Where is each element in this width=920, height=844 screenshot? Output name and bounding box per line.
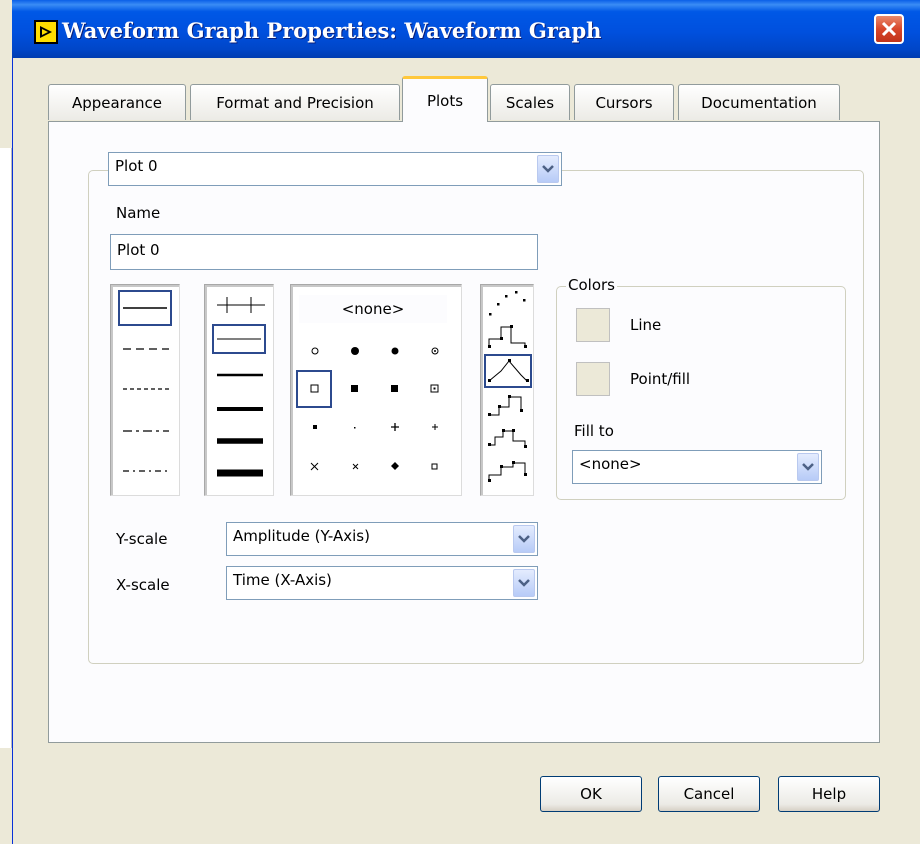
- x-scale-value: Time (X-Axis): [233, 571, 332, 589]
- fill-to-label: Fill to: [574, 422, 614, 440]
- x-scale-dropdown[interactable]: Time (X-Axis): [226, 566, 538, 600]
- point-fill-color-label: Point/fill: [630, 370, 691, 388]
- tab-format-and-precision[interactable]: Format and Precision: [190, 84, 400, 120]
- y-scale-label: Y-scale: [116, 530, 168, 548]
- y-scale-value: Amplitude (Y-Axis): [233, 527, 370, 545]
- cancel-button[interactable]: Cancel: [658, 776, 760, 812]
- name-input[interactable]: Plot 0: [110, 234, 538, 270]
- point-style-options: [296, 347, 439, 471]
- ok-button[interactable]: OK: [540, 776, 642, 812]
- line-color-label: Line: [630, 316, 662, 334]
- point-fill-color-swatch[interactable]: [576, 362, 610, 396]
- close-button[interactable]: [874, 14, 904, 44]
- background-window-edge: [0, 148, 12, 748]
- fill-to-dropdown[interactable]: <none>: [572, 450, 822, 484]
- help-button[interactable]: Help: [778, 776, 880, 812]
- y-scale-dropdown[interactable]: Amplitude (Y-Axis): [226, 522, 538, 556]
- plot-selector-value: Plot 0: [115, 157, 158, 175]
- chevron-down-icon[interactable]: [797, 453, 819, 481]
- line-style-list[interactable]: [110, 284, 180, 496]
- line-style-options: [118, 290, 172, 472]
- tab-plots[interactable]: Plots: [402, 76, 488, 122]
- fill-to-value: <none>: [579, 455, 642, 473]
- name-label: Name: [116, 204, 161, 222]
- chevron-down-icon[interactable]: [513, 525, 535, 553]
- tab-cursors[interactable]: Cursors: [574, 84, 674, 120]
- name-input-value: Plot 0: [117, 241, 160, 259]
- line-width-options: [212, 297, 266, 477]
- line-color-swatch[interactable]: [576, 308, 610, 342]
- tab-documentation[interactable]: Documentation: [678, 84, 840, 120]
- window-title: Waveform Graph Properties: Waveform Grap…: [62, 18, 602, 43]
- tab-scales[interactable]: Scales: [490, 84, 570, 120]
- x-scale-label: X-scale: [116, 576, 170, 594]
- colors-group-label: Colors: [566, 276, 617, 294]
- chevron-down-icon[interactable]: [513, 569, 535, 597]
- plot-selector-dropdown[interactable]: Plot 0: [108, 152, 562, 186]
- tab-appearance[interactable]: Appearance: [48, 84, 186, 120]
- app-icon: [34, 20, 58, 44]
- line-width-list[interactable]: [204, 284, 274, 496]
- interpolation-options: [484, 291, 532, 482]
- point-style-list[interactable]: <none>: [290, 284, 462, 496]
- chevron-down-icon[interactable]: [537, 155, 559, 183]
- interpolation-list[interactable]: [480, 284, 534, 496]
